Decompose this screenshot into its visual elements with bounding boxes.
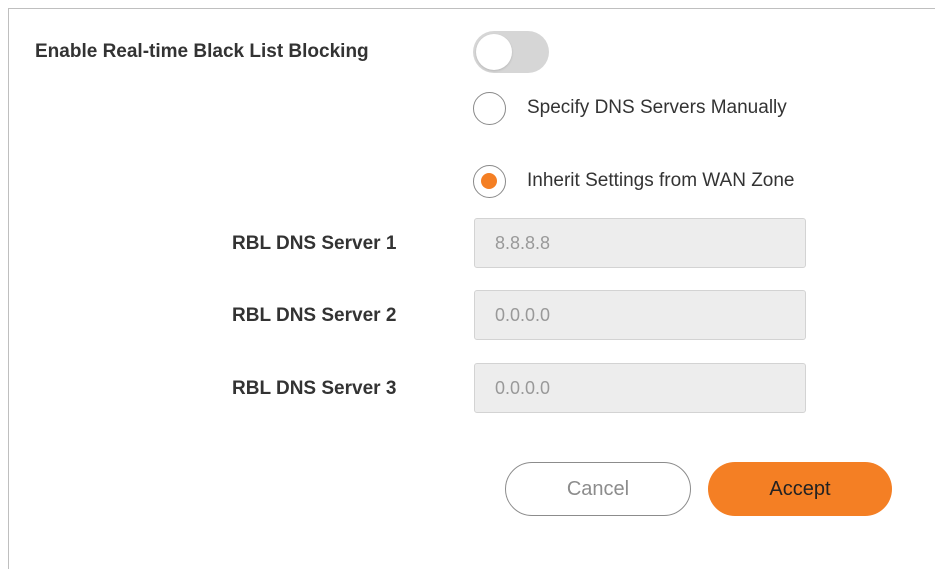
rbl-dns-server-1-label: RBL DNS Server 1 (232, 233, 397, 254)
rbl-dns-server-3-input[interactable] (474, 363, 806, 413)
radio-button-selected[interactable] (473, 165, 506, 198)
radio-selected-dot (481, 173, 497, 189)
rbl-dns-server-2-input[interactable] (474, 290, 806, 340)
specify-dns-manually-label: Specify DNS Servers Manually (527, 97, 787, 118)
rbl-dns-server-1-input[interactable] (474, 218, 806, 268)
enable-rbl-label: Enable Real-time Black List Blocking (35, 41, 369, 62)
enable-rbl-toggle[interactable] (473, 31, 549, 73)
rbl-dns-server-2-label: RBL DNS Server 2 (232, 305, 397, 326)
rbl-dns-server-3-label: RBL DNS Server 3 (232, 378, 397, 399)
inherit-wan-zone-label: Inherit Settings from WAN Zone (527, 170, 795, 191)
cancel-button[interactable]: Cancel (505, 462, 691, 516)
toggle-knob (476, 34, 512, 70)
accept-button[interactable]: Accept (708, 462, 892, 516)
radio-button-unselected[interactable] (473, 92, 506, 125)
